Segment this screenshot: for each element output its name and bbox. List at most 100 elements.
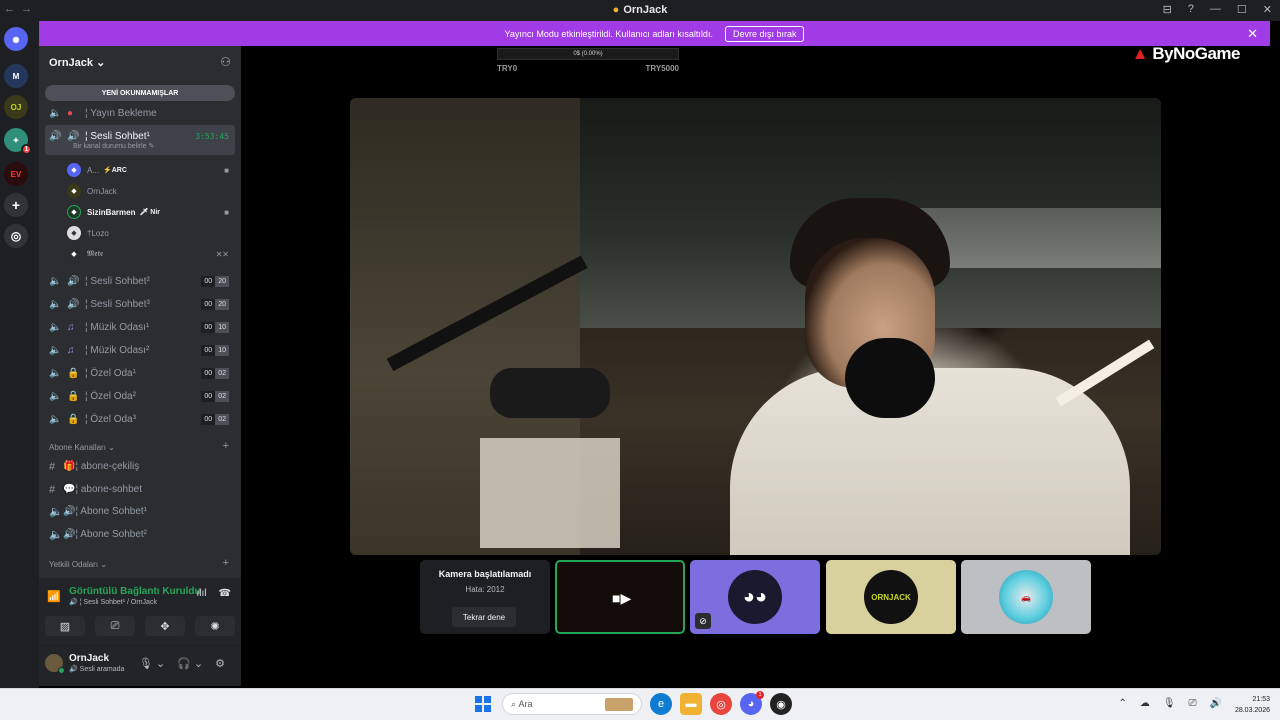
inbox-icon[interactable]: ⊟ [1163, 3, 1172, 16]
gear-icon[interactable]: ⚙ [215, 657, 225, 670]
minimize-button[interactable]: — [1210, 3, 1221, 16]
voice-channel-item[interactable]: 🔈 🔒 ¦ Özel Oda¹ 00 02 [45, 363, 235, 384]
server-rail: ◉ M OJ ✦ 1 EV + ◎ [0, 21, 39, 688]
disconnect-icon[interactable]: ☎ [219, 588, 231, 599]
help-icon[interactable]: ? [1188, 3, 1194, 16]
main-video-feed[interactable] [350, 98, 1161, 555]
voice-channel-item[interactable]: 🔈 🔒 ¦ Özel Oda² 00 02 [45, 386, 235, 407]
user-limit: 02 [215, 368, 229, 379]
category-staff[interactable]: Yetkili Odaları ⌄ [49, 560, 107, 569]
clock-time: 21:53 [1252, 696, 1270, 703]
text-channel-item[interactable]: # 💬 ¦ abone-sohbet [45, 479, 235, 500]
speaker-icon: 🔊 [67, 299, 80, 310]
chevron-up-icon[interactable]: ⌃ [1118, 698, 1126, 709]
voice-status-sub[interactable]: 🔊 ¦ Sesli Sohbet¹ / OrnJack [69, 598, 157, 606]
voice-member[interactable]: ◆ †Lozo [67, 223, 233, 243]
participant-tile[interactable]: ■▶ [555, 560, 685, 634]
microphone-icon[interactable]: 🎙 [1163, 698, 1176, 709]
channel-label: ¦ Müzik Odası¹ [85, 322, 150, 333]
volume-icon[interactable]: 🔊 [1210, 698, 1222, 709]
file-explorer-icon[interactable]: ▬ [680, 693, 702, 715]
signal-icon[interactable]: 📶 [47, 590, 61, 603]
user-name[interactable]: OrnJack [69, 653, 109, 664]
user-limit: 10 [215, 322, 229, 333]
guild-name[interactable]: OrnJack ⌄ [49, 56, 105, 69]
window-title-text: OrnJack [623, 4, 668, 16]
sponsor-logo: ▲ ByNoGame [1132, 44, 1241, 64]
server-icon[interactable]: M [4, 64, 28, 88]
display-icon[interactable]: ⎚ [1189, 698, 1197, 709]
voice-status-title[interactable]: Görüntülü Bağlantı Kuruldu [69, 586, 201, 597]
lock-icon: 🔒 [67, 391, 80, 402]
add-member-icon[interactable]: ⚇ [220, 55, 231, 69]
user-limit-badge: 00 02 [201, 368, 229, 379]
voice-member[interactable]: ◆ A... ⚡ARC ■ [67, 160, 233, 180]
channel-label: ¦ Müzik Odası² [85, 345, 150, 356]
voice-channel-item[interactable]: 🔈 🔊 ¦ Sesli Sohbet² 00 20 [45, 271, 235, 292]
screen: ←→ ● OrnJack ⊟ ? — ☐ ✕ Yayıncı Modu etkin… [0, 0, 1280, 720]
text-channel-item[interactable]: # 🎁 ¦ abone-çekiliş [45, 456, 235, 477]
user-limit: 10 [215, 345, 229, 356]
voice-channel-item[interactable]: 🔈 ♫ ¦ Müzik Odası¹ 00 10 [45, 317, 235, 338]
category-subscriber[interactable]: Abone Kanalları ⌄ [49, 443, 115, 452]
camera-off-button[interactable]: ▨ [45, 616, 85, 636]
channel-item[interactable]: 🔈 ● ¦ Yayın Bekleme [45, 103, 235, 124]
video-stage: 0$ (0.00%) TRY0 TRY5000 ▲ ByNoGame Kamer… [241, 44, 1280, 688]
channel-item-active[interactable]: 🔊 🔊 ¦ Sesli Sohbet¹ 3:53:45 Bir kanal du… [45, 125, 235, 155]
user-limit-badge: 00 10 [201, 345, 229, 356]
muted-icon: ⊘ [695, 613, 711, 629]
speaker-icon: 🔈 [49, 322, 62, 333]
add-server-icon[interactable]: + [4, 193, 28, 217]
server-icon[interactable]: EV [4, 162, 28, 186]
voice-channel-item[interactable]: 🔈 🔊 ¦ Sesli Sohbet³ 00 20 [45, 294, 235, 315]
explore-icon[interactable]: ◎ [4, 224, 28, 248]
voice-channel-item[interactable]: 🔈 ♫ ¦ Müzik Odası² 00 10 [45, 340, 235, 361]
clock[interactable]: 21:53 28.03.2026 [1235, 694, 1270, 716]
background-table [480, 438, 620, 548]
chrome-icon[interactable]: ◎ [710, 693, 732, 715]
server-icon[interactable]: OJ [4, 95, 28, 119]
channel-label: ¦ abone-çekiliş [75, 461, 140, 472]
new-unreads-pill[interactable]: YENİ OKUNMAMIŞLAR [45, 85, 235, 101]
voice-channel-item[interactable]: 🔈 🔒 ¦ Özel Oda³ 00 02 [45, 409, 235, 430]
discord-home-icon[interactable]: ◉ [4, 27, 28, 51]
channel-label: ¦ Sesli Sohbet² [85, 276, 150, 287]
mute-deafen-icon: ✕✕ [215, 249, 229, 259]
voice-channel-item[interactable]: 🔈 🔊 ¦ Abone Sohbet² [45, 524, 235, 545]
edge-icon[interactable]: e [650, 693, 672, 715]
channel-status-prompt[interactable]: Bir kanal durumu belirle ✎ [73, 142, 154, 150]
close-icon[interactable]: ✕ [1247, 26, 1258, 42]
taskbar-search[interactable]: ⌕ Ara [502, 693, 642, 715]
participant-tile[interactable]: 🚗 [961, 560, 1091, 634]
voice-member[interactable]: ◆ 𝕸𝖊𝖙𝖊 ✕✕ [67, 244, 233, 264]
streamer-mode-banner: Yayıncı Modu etkinleştirildi. Kullanıcı … [39, 21, 1270, 46]
participant-tile[interactable]: ORNJACK [826, 560, 956, 634]
soundboard-button[interactable]: ✺ [195, 616, 235, 636]
voice-channel-item[interactable]: 🔈 🔊 ¦ Abone Sohbet¹ [45, 501, 235, 522]
windows-start-icon[interactable] [472, 693, 494, 715]
window-title: ● OrnJack [0, 4, 1280, 16]
voice-member[interactable]: ◆ SizinBarmen 🗡 Nir ■ [67, 202, 233, 222]
camera-icon: ■ [224, 207, 229, 217]
goal-labels: TRY0 TRY5000 [497, 64, 679, 73]
server-icon[interactable]: ✦ 1 [4, 128, 32, 155]
obs-icon[interactable]: ◉ [770, 693, 792, 715]
close-button[interactable]: ✕ [1263, 3, 1272, 16]
microphone-icon[interactable]: 🎙 ⌄ [139, 657, 165, 670]
network-icon[interactable]: ☁ [1140, 698, 1150, 709]
activities-button[interactable]: ✥ [145, 616, 185, 636]
user-limit-badge: 00 20 [201, 299, 229, 310]
add-channel-icon[interactable]: + [223, 557, 229, 569]
retry-button[interactable]: Tekrar dene [452, 607, 516, 627]
search-icon: ⌕ [511, 698, 519, 709]
voice-member[interactable]: ◆ OrnJack [67, 181, 233, 201]
windows-taskbar: ⌕ Ara e ▬ ◎ ◕ 1 ◉ ⌃ ☁ 🎙 ⎚ 🔊 21:53 28.03.2… [0, 688, 1280, 720]
add-channel-icon[interactable]: + [223, 440, 229, 452]
participant-tile[interactable]: ◕◕ ⊘ [690, 560, 820, 634]
discord-icon[interactable]: ◕ 1 [740, 691, 764, 715]
screen-share-button[interactable]: ⎚ [95, 616, 135, 636]
headphones-icon[interactable]: 🎧 ⌄ [177, 657, 203, 670]
maximize-button[interactable]: ☐ [1237, 3, 1247, 16]
noise-suppression-icon[interactable]: ılıl [197, 588, 207, 599]
disable-streamer-mode-button[interactable]: Devre dışı bırak [724, 25, 805, 42]
